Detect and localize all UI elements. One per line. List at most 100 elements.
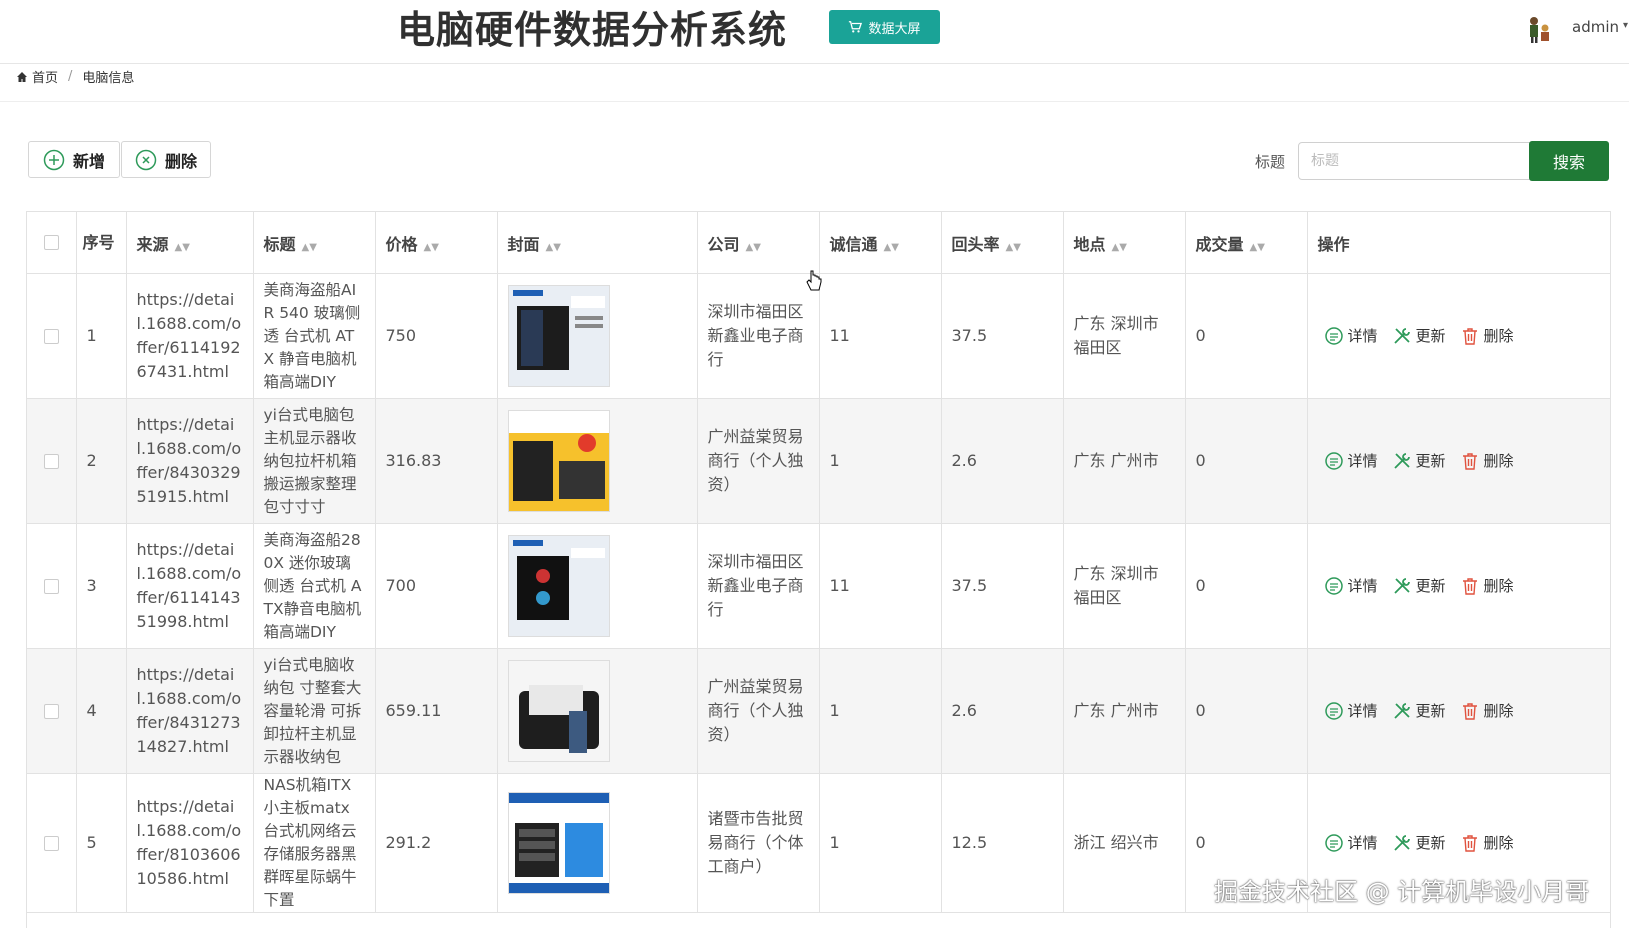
product-image: [508, 536, 609, 636]
add-button[interactable]: 新增: [28, 141, 120, 178]
cover-cell: [497, 273, 698, 399]
detail-button[interactable]: 详情: [1324, 324, 1378, 348]
update-button[interactable]: 更新: [1392, 449, 1446, 473]
cover-cell: [497, 648, 698, 774]
column-header[interactable]: 地点 ▲▼: [1063, 211, 1186, 274]
app-title: 电脑硬件数据分析系统: [397, 8, 788, 52]
cart-icon: [849, 21, 863, 33]
column-header[interactable]: 诚信通 ▲▼: [819, 211, 942, 274]
wrench-icon: [1393, 453, 1410, 469]
update-button[interactable]: 更新: [1392, 831, 1446, 855]
title-cell: yi台式电脑包主机显示器收纳包拉杆机箱搬运搬家整理包寸寸寸: [253, 398, 376, 524]
column-header[interactable]: 标题 ▲▼: [253, 211, 376, 274]
update-button[interactable]: 更新: [1392, 574, 1446, 598]
product-image: [508, 411, 609, 511]
index-cell: 5: [76, 773, 127, 913]
search-button[interactable]: 搜索: [1529, 141, 1609, 181]
detail-button[interactable]: 详情: [1324, 574, 1378, 598]
delete-button[interactable]: 删除: [1460, 699, 1514, 723]
trash-icon: [1462, 703, 1477, 720]
index-cell: 1: [76, 273, 127, 399]
cover-image[interactable]: [507, 792, 610, 894]
breadcrumb-current: 电脑信息: [82, 71, 135, 86]
wrench-icon: [1393, 703, 1410, 719]
wrench-icon: [1393, 328, 1410, 344]
column-header[interactable]: 价格 ▲▼: [375, 211, 498, 274]
price-cell: 291.2: [375, 773, 498, 913]
select-all-checkbox[interactable]: [43, 235, 59, 250]
detail-icon: [1324, 577, 1343, 595]
detail-icon: [1324, 452, 1343, 470]
volume-cell: 0: [1185, 523, 1308, 649]
cover-image[interactable]: [507, 410, 610, 512]
company-cell: 诸暨市告批贸易商行（个体工商户）: [697, 773, 820, 913]
delete-button[interactable]: 删除: [1460, 574, 1514, 598]
source-cell: https://detail.1688.com/offer/8103606105…: [126, 773, 254, 913]
user-name[interactable]: admin: [1572, 18, 1619, 36]
company-cell: 广州益棠贸易商行（个人独资）: [697, 648, 820, 774]
mouse-cursor-icon: [806, 270, 822, 291]
breadcrumb-home[interactable]: 首页: [32, 67, 58, 86]
index-cell: 3: [76, 523, 127, 649]
home-icon: [17, 71, 27, 82]
row-select-cell: [27, 773, 77, 913]
row-checkbox[interactable]: [43, 578, 59, 594]
detail-button[interactable]: 详情: [1324, 699, 1378, 723]
title-cell: yi台式电脑收纳包 寸整套大容量轮滑 可拆卸拉杆主机显示器收纳包: [253, 648, 376, 774]
data-screen-label: 数据大屏: [868, 21, 921, 37]
product-image: [508, 286, 609, 386]
delete-button[interactable]: 删除: [1460, 831, 1514, 855]
column-header[interactable]: 来源 ▲▼: [126, 211, 254, 274]
product-image: [508, 793, 609, 893]
row-checkbox[interactable]: [43, 328, 59, 344]
data-screen-button[interactable]: 数据大屏: [829, 10, 940, 44]
chengxintong-cell: 11: [819, 273, 942, 399]
delete-button[interactable]: 删除: [1460, 324, 1514, 348]
row-checkbox[interactable]: [43, 703, 59, 719]
volume-cell: 0: [1185, 273, 1308, 399]
row-checkbox[interactable]: [43, 835, 59, 851]
company-cell: 广州益棠贸易商行（个人独资）: [697, 398, 820, 524]
column-header[interactable]: 回头率 ▲▼: [941, 211, 1064, 274]
price-cell: 659.11: [375, 648, 498, 774]
cover-image[interactable]: [507, 285, 610, 387]
location-cell: 广东 广州市: [1063, 398, 1186, 524]
row-select-cell: [27, 648, 77, 774]
detail-button[interactable]: 详情: [1324, 449, 1378, 473]
chevron-down-icon[interactable]: ▾: [1623, 20, 1628, 31]
cover-cell: [497, 398, 698, 524]
detail-icon: [1324, 327, 1343, 345]
source-cell: https://detail.1688.com/offer/6114143519…: [126, 523, 254, 649]
trash-icon: [1462, 835, 1477, 852]
row-checkbox[interactable]: [43, 453, 59, 469]
sort-icon: ▲▼: [1111, 241, 1127, 253]
cover-image[interactable]: [507, 660, 610, 762]
column-header[interactable]: 封面 ▲▼: [497, 211, 698, 274]
title-cell: NAS机箱ITX小主板matx台式机网络云存储服务器黑群晖星际蜗牛下置: [253, 773, 376, 913]
watermark: 掘金技术社区 @ 计算机毕设小月哥: [1214, 878, 1590, 906]
volume-cell: 0: [1185, 398, 1308, 524]
detail-button[interactable]: 详情: [1324, 831, 1378, 855]
cover-image[interactable]: [507, 535, 610, 637]
divider: [0, 101, 1629, 102]
column-header[interactable]: 成交量 ▲▼: [1185, 211, 1308, 274]
search-input[interactable]: [1298, 142, 1542, 180]
column-header[interactable]: 公司 ▲▼: [697, 211, 820, 274]
top-bar: 电脑硬件数据分析系统 数据大屏 admin ▾: [0, 0, 1629, 64]
cover-cell: [497, 523, 698, 649]
search-label: 标题: [1255, 153, 1286, 171]
delete-button[interactable]: 删除: [1460, 449, 1514, 473]
company-cell: 深圳市福田区新鑫业电子商行: [697, 273, 820, 399]
location-cell: 广东 深圳市福田区: [1063, 523, 1186, 649]
wrench-icon: [1393, 835, 1410, 851]
select-all-cell: [27, 211, 77, 274]
batch-delete-button[interactable]: 删除: [121, 141, 211, 178]
title-cell: 美商海盗船AIR 540 玻璃侧透 台式机 ATX 静音电脑机箱高端DIY: [253, 273, 376, 399]
sort-icon: ▲▼: [883, 241, 899, 253]
table-row: 1 https://detail.1688.com/offer/611419267…: [27, 273, 1610, 399]
actions-cell: 详情 更新 删除: [1307, 398, 1610, 524]
update-button[interactable]: 更新: [1392, 699, 1446, 723]
avatar[interactable]: [1524, 14, 1554, 44]
update-button[interactable]: 更新: [1392, 324, 1446, 348]
table-row: 2 https://detail.1688.com/offer/843032951…: [27, 398, 1610, 524]
